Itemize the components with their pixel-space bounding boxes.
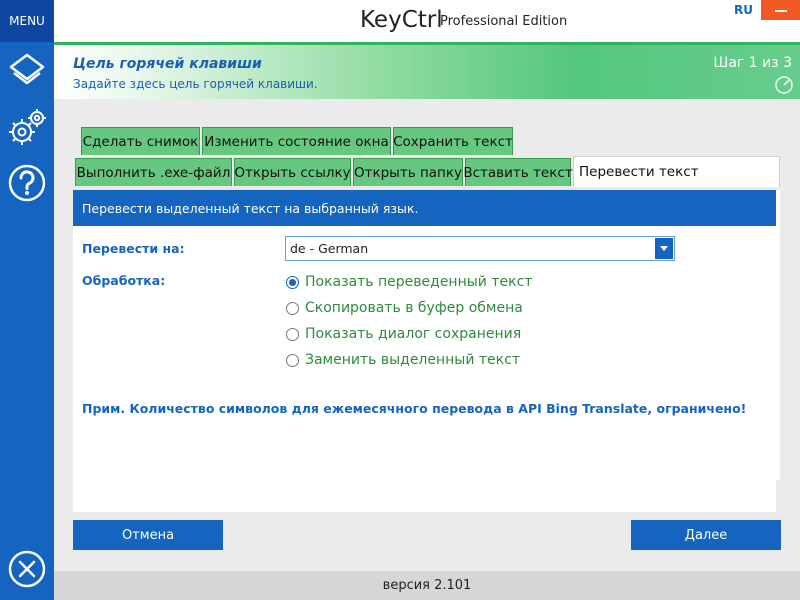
- tab-paste-text[interactable]: Вставить текст: [463, 158, 573, 186]
- api-limit-note: Прим. Количество символов для ежемесячно…: [82, 401, 747, 416]
- title-bar: KeyCtrl Professional Edition RU: [54, 0, 800, 42]
- chevron-down-icon[interactable]: [655, 238, 673, 259]
- tab-save-text[interactable]: Сохранить текст: [393, 127, 513, 155]
- translate-to-label: Перевести на:: [82, 241, 185, 256]
- radio-copy-clipboard[interactable]: Скопировать в буфер обмена: [286, 300, 523, 316]
- radio-show-save-dialog[interactable]: Показать диалог сохранения: [286, 326, 521, 342]
- tab-run-exe[interactable]: Выполнить .exe-файл: [75, 158, 232, 186]
- banner-subtitle: Задайте здесь цель горячей клавиши.: [73, 77, 318, 91]
- tab-open-folder[interactable]: Открыть папку: [353, 158, 463, 186]
- radio-replace-selected[interactable]: Заменить выделенный текст: [286, 352, 520, 368]
- step-indicator: Шаг 1 из 3: [713, 55, 792, 71]
- radio-show-translated[interactable]: Показать переведенный текст: [286, 274, 532, 290]
- app-edition: Professional Edition: [440, 14, 568, 29]
- step-banner: Цель горячей клавиши Задайте здесь цель …: [54, 42, 800, 99]
- description-bar: Перевести выделенный текст на выбранный …: [73, 190, 776, 226]
- radio-button[interactable]: [286, 353, 299, 367]
- next-button[interactable]: Далее: [631, 520, 781, 550]
- app-title: KeyCtrl: [360, 7, 443, 33]
- menu-button[interactable]: MENU: [0, 0, 54, 42]
- cancel-button[interactable]: Отмена: [73, 520, 223, 550]
- language-select-value: de - German: [290, 241, 369, 256]
- radio-label: Показать диалог сохранения: [305, 326, 522, 342]
- tab-window-state[interactable]: Изменить состояние окна: [202, 127, 391, 155]
- settings-gear-icon[interactable]: [6, 106, 48, 148]
- exit-x-icon[interactable]: [6, 548, 48, 590]
- radio-button[interactable]: [286, 327, 299, 341]
- panel-edge: [776, 190, 780, 480]
- sidebar: MENU: [0, 0, 54, 600]
- tab-screenshot[interactable]: Сделать снимок: [81, 127, 200, 155]
- language-switch[interactable]: RU: [734, 3, 753, 17]
- language-select[interactable]: de - German: [285, 236, 675, 261]
- version-footer: версия 2.101: [54, 571, 800, 600]
- version-label: версия 2.101: [382, 578, 472, 593]
- radio-button[interactable]: [286, 301, 299, 315]
- help-icon[interactable]: [6, 162, 48, 204]
- processing-label: Обработка:: [82, 273, 166, 288]
- layers-icon[interactable]: [6, 50, 48, 92]
- progress-ring-icon: [775, 76, 793, 94]
- radio-label: Заменить выделенный текст: [305, 352, 520, 368]
- banner-title: Цель горячей клавиши: [73, 56, 262, 72]
- radio-label: Скопировать в буфер обмена: [305, 300, 523, 316]
- tab-translate-text[interactable]: Перевести текст: [573, 156, 780, 187]
- radio-label: Показать переведенный текст: [305, 274, 533, 290]
- radio-button[interactable]: [286, 275, 299, 289]
- tab-open-link[interactable]: Открыть ссылку: [234, 158, 351, 186]
- minimize-icon[interactable]: [761, 0, 800, 20]
